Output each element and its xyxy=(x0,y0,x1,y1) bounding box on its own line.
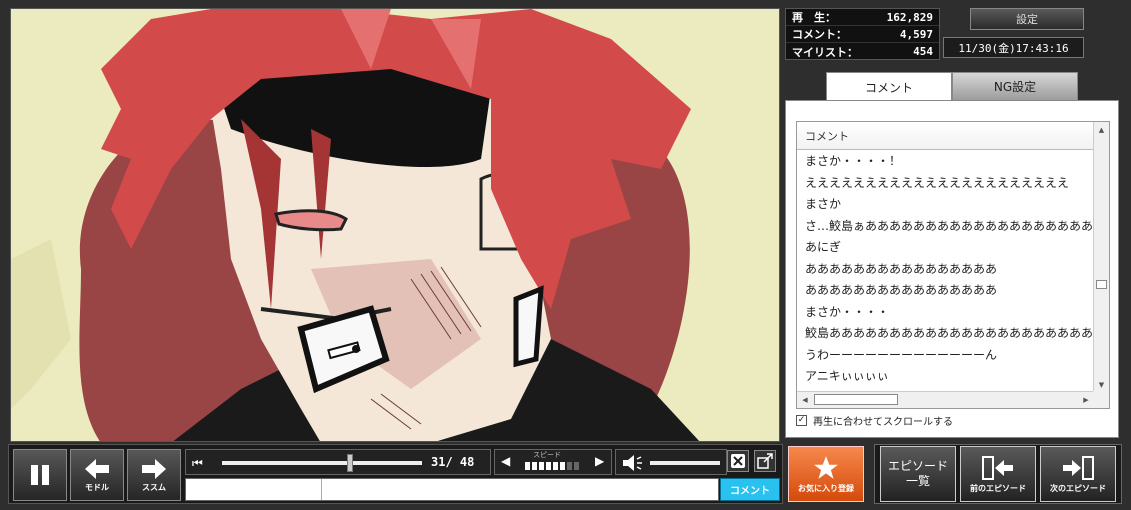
tab-ng-settings[interactable]: NG設定 xyxy=(952,72,1078,100)
views-count: 162,829 xyxy=(886,10,933,24)
autoscroll-checkbox[interactable]: ✓ xyxy=(796,415,807,426)
hscroll-thumb[interactable] xyxy=(814,394,898,405)
comment-row[interactable]: 鮫島あああああああああああああああああああああああ xyxy=(797,323,1094,345)
popout-icon xyxy=(757,453,773,469)
views-label: 再 生： xyxy=(792,11,836,24)
scroll-thumb[interactable] xyxy=(1096,280,1107,289)
autoscroll-label: 再生に合わせてスクロールする xyxy=(813,417,953,428)
scroll-right-icon[interactable]: ▶ xyxy=(1078,392,1094,408)
command-input[interactable] xyxy=(186,479,322,500)
page-position: 31/ 48 xyxy=(431,455,475,469)
vertical-scrollbar[interactable]: ▲ ▼ xyxy=(1093,122,1109,393)
comment-row[interactable]: まさか・・・・ xyxy=(797,302,1094,324)
tab-comment[interactable]: コメント xyxy=(826,72,952,102)
seek-track[interactable] xyxy=(222,461,422,465)
volume-track[interactable] xyxy=(650,461,720,465)
volume-control[interactable] xyxy=(615,449,727,475)
forward-button[interactable]: ススム xyxy=(127,449,181,501)
scroll-up-icon[interactable]: ▲ xyxy=(1094,122,1109,138)
comment-submit-button[interactable]: コメント xyxy=(720,478,780,501)
scroll-corner xyxy=(1093,391,1109,408)
comment-row[interactable]: あにぎ xyxy=(797,237,1094,259)
star-icon xyxy=(814,455,838,479)
settings-button[interactable]: 設定 xyxy=(970,8,1084,30)
video-frame-illustration xyxy=(11,9,779,441)
prev-episode-label: 前のエピソード xyxy=(970,483,1026,493)
speed-down-icon[interactable]: ◀ xyxy=(501,454,510,468)
back-button[interactable]: モドル xyxy=(70,449,124,501)
favorite-label: お気に入り登録 xyxy=(798,483,854,493)
comment-rows: まさか・・・・！ ええええええええええええええええええええええ まさか さ…鮫島ぁああ… xyxy=(797,151,1094,389)
forward-arrow-icon xyxy=(142,458,166,479)
comment-row[interactable]: まさか・・・・！ xyxy=(797,151,1094,173)
pause-button[interactable] xyxy=(13,449,67,501)
comment-row[interactable]: ええええええええええええええええええええええ xyxy=(797,173,1094,195)
seek-knob[interactable] xyxy=(347,454,353,472)
favorite-button[interactable]: お気に入り登録 xyxy=(788,446,864,502)
mylist-label: マイリスト： xyxy=(792,45,858,59)
speed-up-icon[interactable]: ▶ xyxy=(595,454,604,468)
speed-bars xyxy=(525,462,579,470)
speed-control[interactable]: ◀ スピード ▶ xyxy=(494,449,612,475)
speed-title: スピード xyxy=(533,451,561,459)
episode-list-line1: エピソード xyxy=(887,459,948,473)
comments-label: コメント： xyxy=(792,28,847,41)
comment-list-header[interactable]: コメント xyxy=(797,122,1094,150)
comment-input-area xyxy=(185,478,719,501)
forward-label: ススム xyxy=(142,482,166,492)
popout-button[interactable] xyxy=(754,450,776,472)
video-player[interactable] xyxy=(10,8,780,442)
episode-list-line2: 一覧 xyxy=(905,474,930,488)
speed-bar xyxy=(560,462,565,470)
speed-bar xyxy=(553,462,558,470)
skip-start-icon[interactable]: ⏮ xyxy=(192,456,203,471)
speed-bar xyxy=(539,462,544,470)
datetime-display: 11/30(金)17:43:16 xyxy=(943,37,1084,58)
comment-row[interactable]: さ…鮫島ぁああああああああああああああああああああ xyxy=(797,216,1094,238)
comment-list[interactable]: コメント まさか・・・・！ ええええええええええええええええええええええ まさか さ…… xyxy=(796,121,1110,409)
comment-row[interactable]: ああああああああああああああああ xyxy=(797,280,1094,302)
comment-panel: コメント まさか・・・・！ ええええええええええええええええええええええ まさか さ…… xyxy=(785,100,1119,438)
comment-row[interactable]: アニキぃぃぃぃ xyxy=(797,366,1094,388)
views-stat: 再 生： 162,829 xyxy=(786,9,939,26)
pause-icon xyxy=(31,465,49,485)
close-x-icon xyxy=(731,454,745,468)
comment-row[interactable]: ああああああああああああああああ xyxy=(797,259,1094,281)
autoscroll-option[interactable]: ✓ 再生に合わせてスクロールする xyxy=(796,413,953,428)
back-label: モドル xyxy=(85,482,109,492)
next-episode-label: 次のエピソード xyxy=(1050,483,1106,493)
comment-row[interactable]: うわーーーーーーーーーーーーーん xyxy=(797,345,1094,367)
back-arrow-icon xyxy=(85,458,109,479)
player-controls: モドル ススム ⏮ 31/ 48 ◀ スピード ▶ コメント xyxy=(8,444,783,504)
seek-bar[interactable]: ⏮ 31/ 48 xyxy=(185,449,491,475)
prev-episode-icon xyxy=(982,455,1013,480)
next-episode-button[interactable]: 次のエピソード xyxy=(1040,446,1116,502)
speed-bar xyxy=(532,462,537,470)
comment-input[interactable] xyxy=(324,479,716,500)
speed-bar xyxy=(525,462,530,470)
horizontal-scrollbar[interactable]: ◀ ▶ xyxy=(797,391,1094,408)
comment-row[interactable]: まさか xyxy=(797,194,1094,216)
stats-panel: 再 生： 162,829 コメント： 4,597 マイリスト： 454 xyxy=(785,8,940,60)
scroll-left-icon[interactable]: ◀ xyxy=(797,392,813,408)
speed-bar xyxy=(567,462,572,470)
comments-count: 4,597 xyxy=(899,27,933,41)
episode-list-button[interactable]: エピソード 一覧 xyxy=(880,446,956,502)
hide-comments-button[interactable] xyxy=(727,450,749,472)
mylist-count: 454 xyxy=(913,45,933,58)
speaker-icon[interactable] xyxy=(622,454,644,472)
mylist-stat: マイリスト： 454 xyxy=(786,43,939,60)
speed-bar xyxy=(574,462,579,470)
comments-stat: コメント： 4,597 xyxy=(786,26,939,43)
speed-bar xyxy=(546,462,551,470)
next-episode-icon xyxy=(1063,455,1094,480)
prev-episode-button[interactable]: 前のエピソード xyxy=(960,446,1036,502)
